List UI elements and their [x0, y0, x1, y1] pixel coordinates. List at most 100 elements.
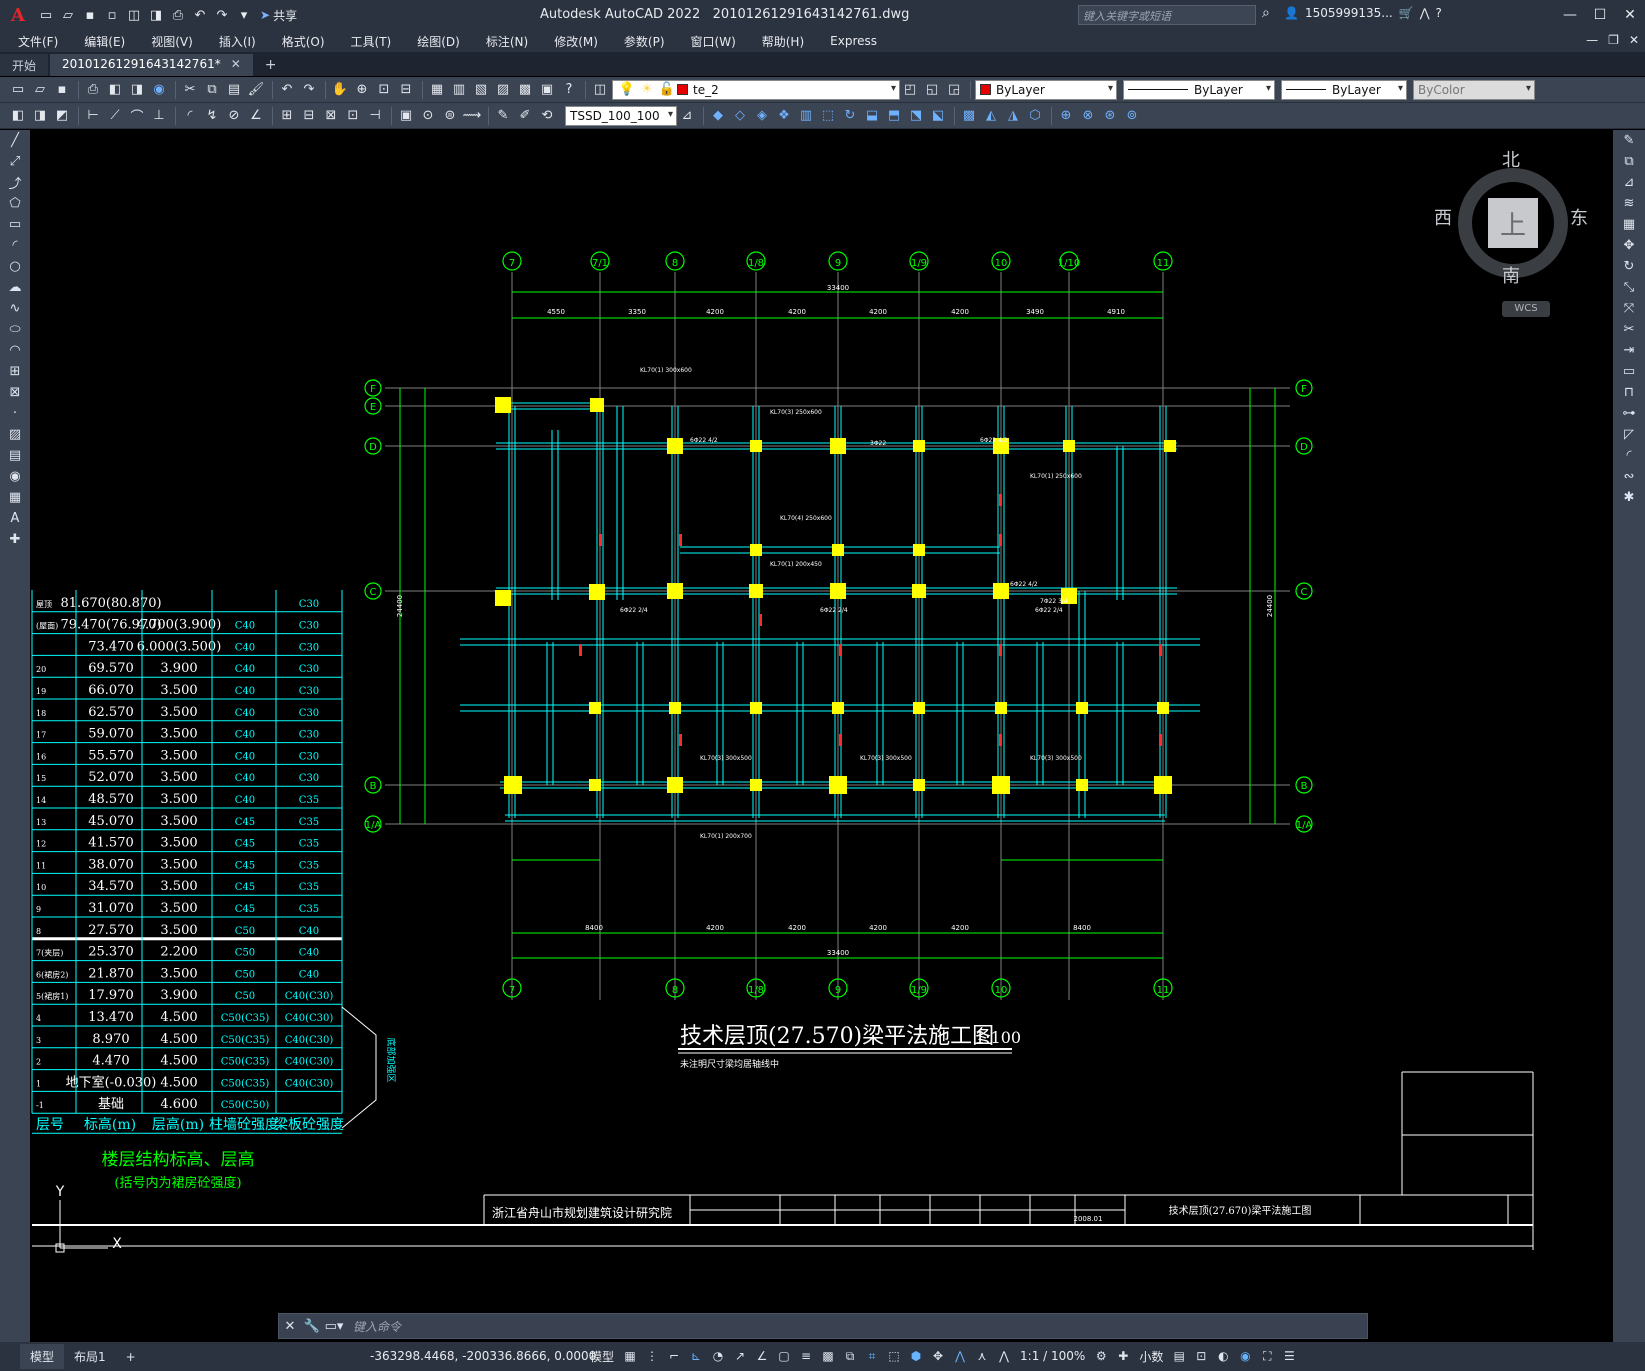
gradient-icon[interactable]: ▤ — [0, 445, 30, 466]
new-file-icon[interactable]: ▭ — [36, 5, 56, 25]
cut-icon[interactable]: ✂ — [180, 80, 200, 100]
ellipse-icon[interactable]: ⬭ — [0, 319, 30, 340]
tolerance-icon[interactable]: ▣ — [396, 106, 416, 126]
annotation-visibility-icon[interactable]: ⋀ — [950, 1346, 970, 1366]
arc-length-icon[interactable]: ⌒ — [127, 106, 147, 126]
polyline-icon[interactable]: ⤴ — [0, 172, 30, 193]
ortho-icon[interactable]: ⊾ — [686, 1346, 706, 1366]
multiline-text-icon[interactable]: A — [0, 508, 30, 529]
jogged-dim-icon[interactable]: ↯ — [202, 106, 222, 126]
point-icon[interactable]: · — [0, 403, 30, 424]
print-icon[interactable]: ⎙ — [168, 5, 188, 25]
undo-icon[interactable]: ↶ — [190, 5, 210, 25]
viewcube-south[interactable]: 南 — [1502, 262, 1520, 288]
zoom-window-icon[interactable]: ⊡ — [374, 80, 394, 100]
dynamic-ucs-icon[interactable]: ⬚ — [884, 1346, 904, 1366]
scale-icon[interactable]: ⤡ — [1613, 277, 1645, 298]
paste-icon[interactable]: ▤ — [224, 80, 244, 100]
dim-edit-icon[interactable]: ✎ — [493, 106, 513, 126]
hatch-icon[interactable]: ▨ — [0, 424, 30, 445]
customize-chevron-icon[interactable]: ▾ — [234, 5, 254, 25]
insert-block-icon[interactable]: ⊕ — [1056, 106, 1076, 126]
line-icon[interactable]: ╱ — [0, 130, 30, 151]
menu-format[interactable]: 格式(O) — [282, 33, 325, 50]
gradient-icon[interactable]: ◭ — [981, 106, 1001, 126]
aligned-dim-icon[interactable]: ⟋ — [105, 106, 125, 126]
sheet-set-icon[interactable]: ▨ — [493, 80, 513, 100]
copy-icon[interactable]: ⧉ — [1613, 151, 1645, 172]
lineweight-icon[interactable]: ≡ — [796, 1346, 816, 1366]
properties-icon[interactable]: ▦ — [427, 80, 447, 100]
clean-screen-icon[interactable]: ⛶ — [1257, 1346, 1277, 1366]
command-input[interactable]: 键入命令 — [353, 1318, 401, 1335]
viewcube[interactable]: 北 南 东 西 上 — [1434, 140, 1590, 290]
close-icon[interactable]: ✕ — [279, 1319, 301, 1334]
quick-dim-icon[interactable]: ⊞ — [277, 106, 297, 126]
hardware-acceleration-icon[interactable]: ◉ — [1235, 1346, 1255, 1366]
explode-icon[interactable]: ✱ — [1613, 487, 1645, 508]
menu-parametric[interactable]: 参数(P) — [624, 33, 665, 50]
design-center-icon[interactable]: ▥ — [449, 80, 469, 100]
menu-express[interactable]: Express — [830, 34, 877, 48]
auto-scale-icon[interactable]: ⋏ — [972, 1346, 992, 1366]
continue-dim-icon[interactable]: ⊠ — [321, 106, 341, 126]
mirror-icon[interactable]: ⊿ — [1613, 172, 1645, 193]
grid-icon[interactable]: ▦ — [620, 1346, 640, 1366]
layer-iso-icon[interactable]: ◨ — [30, 106, 50, 126]
match-properties-icon[interactable]: 🖌 — [246, 80, 266, 100]
array-3d-icon[interactable]: ▥ — [796, 106, 816, 126]
tab-start[interactable]: 开始 — [0, 54, 49, 76]
linetype-dropdown[interactable]: ByLayer ▾ — [1123, 79, 1275, 100]
angular-dim-icon[interactable]: ∠ — [246, 106, 266, 126]
open-web-icon[interactable]: ◫ — [124, 5, 144, 25]
move-3d-icon[interactable]: ◆ — [708, 106, 728, 126]
3d-dwf-icon[interactable]: ◉ — [149, 80, 169, 100]
tab-model[interactable]: 模型 — [20, 1344, 65, 1369]
plot-icon[interactable]: ⎙ — [83, 80, 103, 100]
maximize-icon[interactable]: ☐ — [1585, 0, 1615, 30]
recent-commands-icon[interactable]: ▭▾ — [323, 1319, 345, 1334]
save-icon[interactable]: ▪ — [52, 80, 72, 100]
3d-object-snap-icon[interactable]: ⌗ — [862, 1346, 882, 1366]
lock-ui-icon[interactable]: ⊡ — [1191, 1346, 1211, 1366]
layer-properties-icon[interactable]: ◫ — [590, 80, 610, 100]
menu-dimension[interactable]: 标注(N) — [486, 33, 528, 50]
plotstyle-dropdown[interactable]: ByColor ▾ — [1413, 79, 1535, 100]
jogged-linear-icon[interactable]: ⟿ — [462, 106, 482, 126]
rotate-3d-icon[interactable]: ↻ — [840, 106, 860, 126]
color-dropdown[interactable]: ByLayer ▾ — [975, 79, 1117, 100]
spline-icon[interactable]: ∿ — [0, 298, 30, 319]
inspection-icon[interactable]: ⊜ — [440, 106, 460, 126]
zoom-realtime-icon[interactable]: ⊕ — [352, 80, 372, 100]
menu-modify[interactable]: 修改(M) — [554, 33, 598, 50]
chamfer-icon[interactable]: ◸ — [1613, 424, 1645, 445]
extend-icon[interactable]: ⇥ — [1613, 340, 1645, 361]
table-icon[interactable]: ▦ — [0, 487, 30, 508]
doc-minimize-icon[interactable]: — — [1586, 33, 1598, 47]
isodraft-icon[interactable]: ↗ — [730, 1346, 750, 1366]
menu-help[interactable]: 帮助(H) — [762, 33, 804, 50]
trim-3d-icon[interactable]: ⬔ — [906, 106, 926, 126]
search-input[interactable]: 键入关键字或短语 — [1078, 5, 1256, 25]
linear-dim-icon[interactable]: ⊢ — [83, 106, 103, 126]
attribute-icon[interactable]: ⊚ — [1122, 106, 1142, 126]
copy-3d-icon[interactable]: ◇ — [730, 106, 750, 126]
tab-document[interactable]: 20101261291643142761* ✕ — [50, 54, 253, 76]
new-tab-button[interactable]: + — [255, 54, 287, 76]
add-layout-button[interactable]: + — [116, 1346, 146, 1368]
erase-icon[interactable]: ✎ — [1613, 130, 1645, 151]
save-as-icon[interactable]: ▫ — [102, 5, 122, 25]
object-snap-tracking-icon[interactable]: ∠ — [752, 1346, 772, 1366]
doc-close-icon[interactable]: ✕ — [1629, 33, 1639, 47]
redo-icon[interactable]: ↷ — [299, 80, 319, 100]
isolate-objects-icon[interactable]: ◐ — [1213, 1346, 1233, 1366]
region-icon[interactable]: ◮ — [1003, 106, 1023, 126]
wcs-menu[interactable]: WCS — [1502, 301, 1550, 317]
ordinate-dim-icon[interactable]: ⊥ — [149, 106, 169, 126]
calculator-icon[interactable]: ▣ — [537, 80, 557, 100]
save-web-icon[interactable]: ◨ — [146, 5, 166, 25]
make-block-icon[interactable]: ⊠ — [0, 382, 30, 403]
share-button[interactable]: ➤ 共享 — [260, 7, 297, 24]
publish-icon[interactable]: ◨ — [127, 80, 147, 100]
region-icon[interactable]: ◉ — [0, 466, 30, 487]
